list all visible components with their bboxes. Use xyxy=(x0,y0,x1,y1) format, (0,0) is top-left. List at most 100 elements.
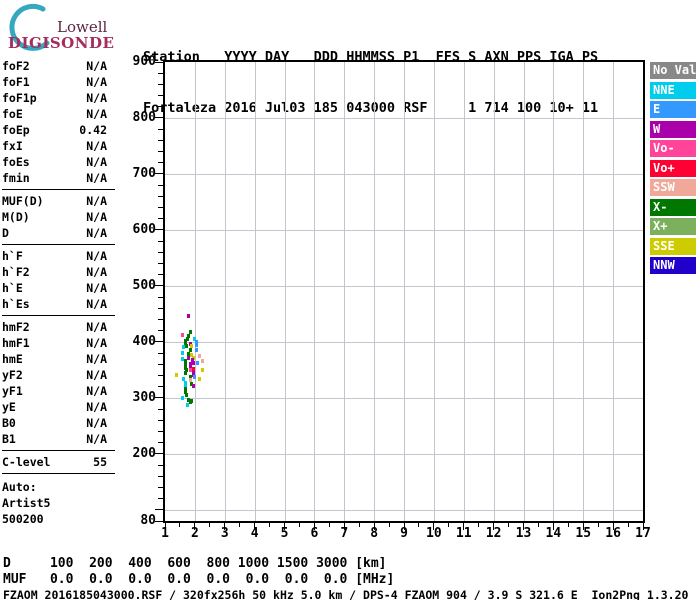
param-value: N/A xyxy=(86,432,107,446)
y-tick xyxy=(158,296,163,298)
param-group: MUF(D) N/A M(D) N/A D N/A xyxy=(2,193,115,245)
param-label: B1 xyxy=(2,432,16,446)
y-tick xyxy=(158,363,163,365)
param-row: foEs N/A xyxy=(2,154,107,170)
echo-point xyxy=(181,350,185,355)
param-label: h`Es xyxy=(2,297,30,311)
param-value: N/A xyxy=(86,171,107,185)
gridline-v xyxy=(463,62,465,521)
x-tick-label: 2 xyxy=(190,526,199,541)
x-tick xyxy=(448,523,450,527)
y-tick-label: 600 xyxy=(132,221,156,237)
param-label: foE xyxy=(2,107,23,121)
x-tick xyxy=(298,523,300,527)
status-line: FZAOM_2016185043000.RSF / 320fx256h 50 k… xyxy=(3,588,689,600)
param-value: 0.42 xyxy=(79,123,107,137)
x-tick xyxy=(508,523,510,527)
param-row: yF1 N/A xyxy=(2,383,107,399)
param-row: h`E N/A xyxy=(2,280,107,296)
param-panel: foF2 N/A foF1 N/A foF1p N/A foE N/A foEp 0.42 fxI N… xyxy=(2,58,115,527)
x-tick xyxy=(478,523,480,527)
y-tick xyxy=(158,374,163,376)
x-tick xyxy=(597,523,599,527)
y-tick xyxy=(158,486,163,488)
y-tick xyxy=(158,475,163,477)
param-group: C-level 55 xyxy=(2,454,115,474)
param-label: foF1p xyxy=(2,91,37,105)
x-tick xyxy=(537,523,539,527)
y-tick xyxy=(158,464,163,466)
param-row: h`Es N/A xyxy=(2,296,107,312)
y-tick xyxy=(158,498,163,500)
x-tick-label: 6 xyxy=(310,526,319,541)
x-tick-label: 14 xyxy=(545,526,562,541)
param-value: N/A xyxy=(86,107,107,121)
param-row: yE N/A xyxy=(2,399,107,415)
param-label: h`F xyxy=(2,249,23,263)
echo-point xyxy=(194,347,198,352)
lowell-digisonde-logo: Lowell DIGISONDE xyxy=(2,2,132,54)
y-tick xyxy=(158,442,163,444)
gridline-h xyxy=(165,509,643,511)
ionogram-plot xyxy=(155,60,645,530)
legend-item-noval: No Val xyxy=(650,62,696,79)
param-row: h`F2 N/A xyxy=(2,264,107,280)
echo-point xyxy=(182,345,186,350)
param-label: hmE xyxy=(2,352,23,366)
y-tick xyxy=(155,229,163,231)
y-tick xyxy=(155,397,163,399)
y-tick-label: 300 xyxy=(132,389,156,405)
gridline-v xyxy=(613,62,615,521)
y-tick xyxy=(158,106,163,108)
param-value: N/A xyxy=(86,281,107,295)
y-tick-label: 900 xyxy=(132,54,156,69)
param-label: h`F2 xyxy=(2,265,30,279)
gridline-v xyxy=(314,62,316,521)
y-tick xyxy=(158,240,163,242)
gridline-v xyxy=(433,62,435,521)
param-row: fmin N/A xyxy=(2,170,107,186)
echo-point xyxy=(180,332,184,337)
param-row: hmF2 N/A xyxy=(2,319,107,335)
x-tick-label: 17 xyxy=(635,526,651,541)
gridline-v xyxy=(224,62,226,521)
y-tick-label: 200 xyxy=(132,445,156,461)
gridline-v xyxy=(344,62,346,521)
param-label: foF1 xyxy=(2,75,30,89)
y-tick xyxy=(155,61,163,63)
x-tick-label: 9 xyxy=(400,526,408,541)
y-tick xyxy=(155,341,163,343)
param-value: N/A xyxy=(86,297,107,311)
param-row: h`F N/A xyxy=(2,248,107,264)
x-tick-label: 11 xyxy=(455,526,472,541)
echo-point xyxy=(191,360,195,365)
y-tick xyxy=(158,83,163,85)
param-value: N/A xyxy=(86,336,107,350)
echo-point xyxy=(180,356,184,361)
param-label: C-level xyxy=(2,455,51,469)
x-tick-label: 13 xyxy=(515,526,532,541)
legend-item-w: W xyxy=(650,120,696,138)
param-label: h`E xyxy=(2,281,23,295)
legend-item-nnw: NNW xyxy=(650,257,696,274)
param-value: 55 xyxy=(93,455,107,469)
param-value: N/A xyxy=(86,249,107,263)
param-label: yE xyxy=(2,400,16,414)
echo-point xyxy=(198,376,202,381)
y-tick xyxy=(158,195,163,197)
gridline-v xyxy=(284,62,286,521)
x-tick xyxy=(627,523,629,527)
gridline-h xyxy=(165,285,643,287)
y-tick xyxy=(155,509,163,511)
echo-point xyxy=(198,353,202,358)
param-row: hmE N/A xyxy=(2,351,107,367)
param-row: C-level 55 xyxy=(2,454,107,470)
param-value: N/A xyxy=(86,416,107,430)
param-label: foEs xyxy=(2,155,30,169)
gridline-v xyxy=(404,62,405,521)
x-tick-label: 15 xyxy=(575,526,592,541)
echo-point xyxy=(181,395,185,400)
param-label: yF2 xyxy=(2,368,23,382)
ionogram-page: Lowell DIGISONDE Station YYYY DAY DDD HH… xyxy=(0,0,700,600)
param-value: N/A xyxy=(86,75,107,89)
